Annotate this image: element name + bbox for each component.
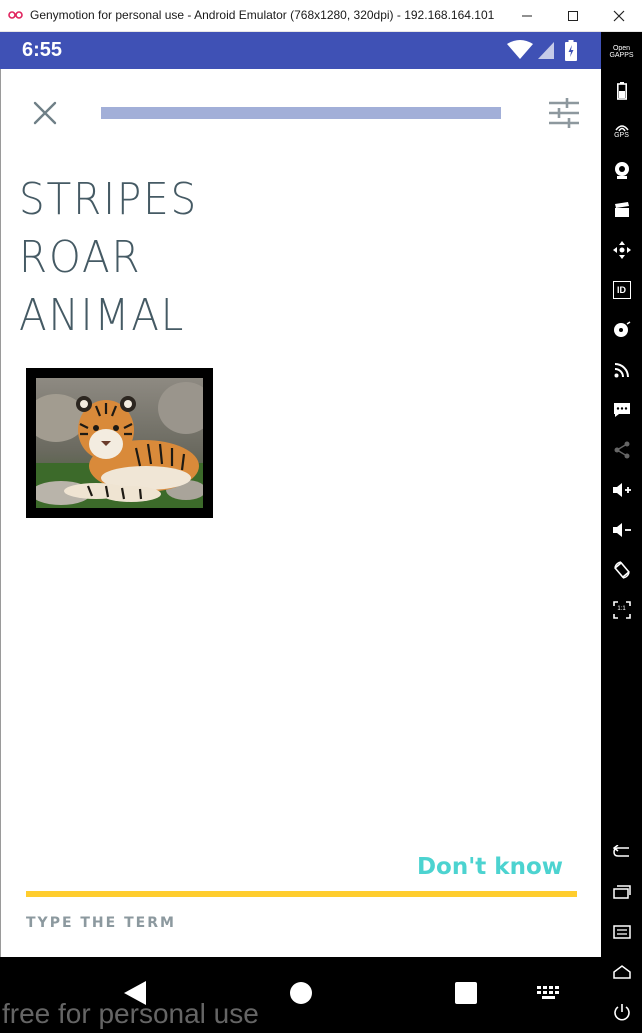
emulator-toolbar: Open GAPPS GPS ID 1:1 <box>601 32 642 1033</box>
tiger-cub-image <box>36 378 203 508</box>
genymotion-logo-icon <box>8 11 23 19</box>
window-titlebar: Genymotion for personal use - Android Em… <box>0 0 642 32</box>
webcam-tool-button[interactable] <box>601 154 642 186</box>
device-id-label: ID <box>617 284 626 295</box>
progress-bar <box>101 107 501 119</box>
screencast-tool-button[interactable] <box>601 194 642 226</box>
options-sliders-icon[interactable] <box>547 97 581 129</box>
clapperboard-icon <box>614 202 629 217</box>
disk-icon <box>613 321 630 337</box>
house-icon <box>612 965 631 979</box>
maximize-button[interactable] <box>550 0 596 32</box>
status-bar: 6:55 <box>0 32 601 69</box>
power-icon <box>613 1004 630 1021</box>
volume-down-button[interactable] <box>601 514 642 546</box>
emulator-power-button[interactable] <box>601 996 642 1028</box>
emulator-recents-button[interactable] <box>601 876 642 908</box>
disk-io-button[interactable] <box>601 314 642 346</box>
progress-fill <box>101 107 501 119</box>
emulator-menu-button[interactable] <box>601 916 642 948</box>
share-button[interactable] <box>601 434 642 466</box>
term-image[interactable] <box>26 368 213 518</box>
emulator-back-button[interactable] <box>601 836 642 868</box>
emulator-home-button[interactable] <box>601 956 642 988</box>
rotate-button[interactable] <box>601 554 642 586</box>
signal-icon <box>538 42 554 59</box>
term-word: ROAR <box>19 232 142 283</box>
windows-icon <box>612 885 631 899</box>
volume-up-button[interactable] <box>601 474 642 506</box>
volume-up-icon <box>612 483 631 497</box>
message-icon <box>613 403 630 417</box>
learn-screen: STRIPES ROAR ANIMAL Don't know TYPE THE … <box>0 69 601 957</box>
open-gapps-label: Open GAPPS <box>609 45 634 59</box>
share-icon <box>614 441 629 459</box>
device-id-button[interactable]: ID <box>601 274 642 306</box>
phone-sms-button[interactable] <box>601 394 642 426</box>
network-button[interactable] <box>601 354 642 386</box>
fullscreen-icon: 1:1 <box>612 601 631 619</box>
home-icon[interactable] <box>288 979 314 1007</box>
rotate-icon <box>613 561 630 579</box>
dpad-icon <box>612 241 631 259</box>
close-window-button[interactable] <box>596 0 642 32</box>
wifi-icon <box>507 40 533 59</box>
pixel-perfect-button[interactable]: 1:1 <box>601 594 642 626</box>
open-gapps-button[interactable]: Open GAPPS <box>601 36 642 68</box>
term-definition: STRIPES ROAR ANIMAL <box>19 171 214 345</box>
close-icon[interactable] <box>29 97 61 129</box>
term-word: ANIMAL <box>19 290 186 341</box>
gps-tool-button[interactable]: GPS <box>601 114 642 146</box>
gps-icon <box>614 124 629 131</box>
dont-know-button[interactable]: Don't know <box>417 854 563 880</box>
minimize-icon <box>522 15 532 17</box>
term-word: STRIPES <box>19 174 199 225</box>
battery-tool-icon <box>616 82 627 100</box>
keyboard-icon[interactable] <box>536 979 562 1007</box>
maximize-icon <box>568 11 578 21</box>
window-title: Genymotion for personal use - Android Em… <box>30 8 495 22</box>
recents-icon[interactable] <box>453 979 479 1007</box>
status-time: 6:55 <box>22 39 63 61</box>
webcam-icon <box>614 162 629 179</box>
battery-icon <box>565 40 577 61</box>
personal-use-watermark: free for personal use <box>2 998 259 1029</box>
answer-input[interactable] <box>26 909 577 937</box>
id-card-icon: ID <box>612 281 631 299</box>
gps-label: GPS <box>614 131 629 139</box>
rss-icon <box>614 363 629 378</box>
menu-icon <box>612 925 631 939</box>
battery-tool-button[interactable] <box>601 75 642 107</box>
volume-down-icon <box>612 523 631 537</box>
remote-control-button[interactable] <box>601 234 642 266</box>
minimize-button[interactable] <box>504 0 550 32</box>
answer-underline <box>26 891 577 897</box>
aspect-ratio-label: 1:1 <box>617 606 626 612</box>
return-icon <box>612 845 629 857</box>
close-window-icon <box>613 10 625 22</box>
